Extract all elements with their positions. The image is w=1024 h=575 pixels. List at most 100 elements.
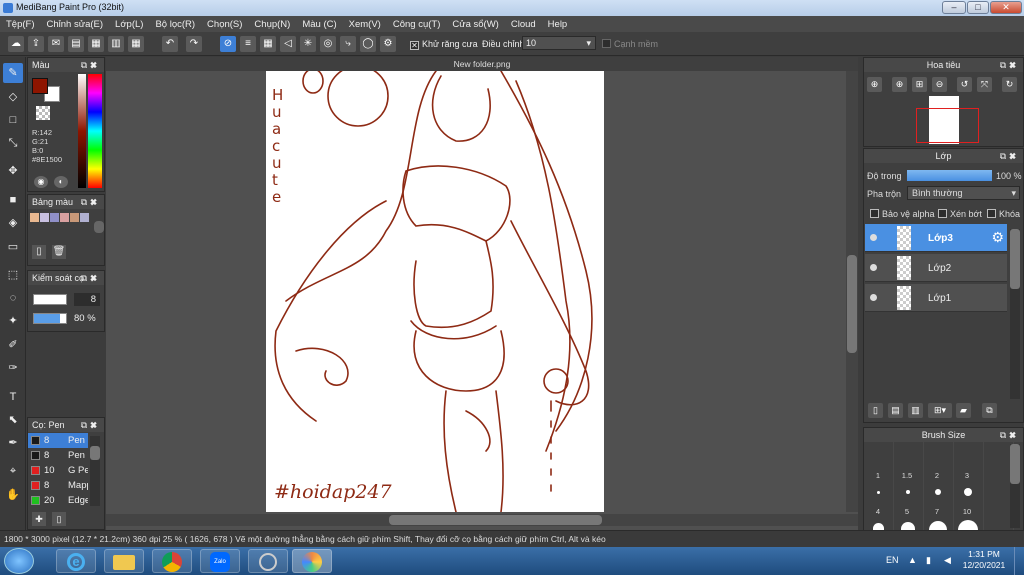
navigator-viewport[interactable]	[916, 108, 979, 143]
add-layer-menu-icon[interactable]: ⊞▾	[928, 403, 952, 418]
protect-alpha-option[interactable]: Bảo vệ alpha	[870, 209, 935, 219]
protect-alpha-checkbox[interactable]	[870, 209, 879, 218]
tray-arrow-icon[interactable]: ▲	[908, 555, 917, 565]
zoom-in-alt-icon[interactable]: ⊕	[892, 77, 907, 92]
canvas-vertical-scroll-thumb[interactable]	[847, 255, 857, 353]
brush-list-scroll-thumb[interactable]	[90, 446, 100, 460]
file-explorer-icon[interactable]	[104, 549, 144, 573]
snap-radial-icon[interactable]: ✳	[300, 36, 316, 52]
select-tool-icon[interactable]: ⬚	[3, 265, 23, 285]
grid-layout-icon[interactable]: ▦	[128, 36, 144, 52]
duplicate-layer-icon[interactable]: ⧉	[982, 403, 997, 418]
layer-list-scroll-thumb[interactable]	[1010, 229, 1020, 289]
brush-size-scroll-thumb[interactable]	[1010, 444, 1020, 484]
brush-row-edge-pen[interactable]: 20 Edge Pen	[28, 493, 88, 508]
brush-size-dot[interactable]	[877, 491, 880, 494]
panel-controls-icon[interactable]: ⧉✖	[1000, 58, 1019, 72]
clip-checkbox[interactable]	[938, 209, 947, 218]
panel-controls-icon[interactable]: ⧉✖	[81, 271, 100, 285]
rotate-right-icon[interactable]: ↻	[1002, 77, 1017, 92]
brush-row-pen-selected[interactable]: 8 Pen	[28, 433, 88, 448]
text-tool-icon[interactable]: T	[3, 387, 23, 407]
move-tool-icon[interactable]: ✥	[3, 161, 23, 181]
windows-start-icon[interactable]	[4, 548, 34, 574]
dot-tool-icon[interactable]: ⤡	[3, 133, 23, 153]
brush-list-scrollbar[interactable]	[90, 436, 100, 506]
comment-icon[interactable]: ✉	[48, 36, 64, 52]
reset-rotation-icon[interactable]: ⤧	[977, 77, 992, 92]
snap-circle-icon[interactable]: ◎	[320, 36, 336, 52]
panel-controls-icon[interactable]: ⧉✖	[1000, 428, 1019, 442]
panel-controls-icon[interactable]: ⧉✖	[81, 58, 100, 72]
palette-swatch[interactable]	[30, 213, 39, 222]
color-settings-icon[interactable]: ◐	[54, 176, 68, 188]
palette-swatch[interactable]	[50, 213, 59, 222]
close-button[interactable]: ✕	[990, 1, 1022, 14]
zoom-in-icon[interactable]: ⊕	[867, 77, 882, 92]
primary-color-swatch[interactable]	[32, 78, 48, 94]
snap-perspective-icon[interactable]: ◁	[280, 36, 296, 52]
menu-help[interactable]: Help	[542, 19, 574, 30]
minimize-button[interactable]: –	[942, 1, 966, 14]
layer-opacity-slider[interactable]	[907, 170, 992, 181]
medibang-taskbar-icon[interactable]	[292, 549, 332, 573]
eye-icon[interactable]	[870, 264, 877, 271]
palette-swatch[interactable]	[70, 213, 79, 222]
menu-select[interactable]: Chọn(S)	[201, 19, 248, 30]
bucket-tool-icon[interactable]: ◈	[3, 213, 23, 233]
lock-option[interactable]: Khóa	[987, 209, 1020, 219]
brush-tool-icon[interactable]: ✎	[3, 63, 23, 83]
eyedropper-tool-icon[interactable]: ⌖	[3, 461, 23, 481]
eraser-tool-icon[interactable]: ◇	[3, 87, 23, 107]
snap-curve-icon[interactable]: ⤷	[340, 36, 356, 52]
snap-parallel-icon[interactable]: ≡	[240, 36, 256, 52]
volume-icon[interactable]: ◀	[944, 555, 951, 566]
palette-swatch[interactable]	[40, 213, 49, 222]
network-icon[interactable]: ▮	[926, 555, 931, 566]
select-eraser-icon[interactable]: ✑	[3, 358, 23, 378]
chrome-icon[interactable]	[152, 549, 192, 573]
rect-tool-icon[interactable]: □	[3, 110, 23, 130]
brush-row-mapping-pen[interactable]: 8 Mapping Pen	[28, 478, 88, 493]
divide-tool-icon[interactable]: ✒	[3, 433, 23, 453]
internet-explorer-icon[interactable]: e	[56, 549, 96, 573]
new-halftone-layer-icon[interactable]: ▤	[888, 403, 903, 418]
panel-controls-icon[interactable]: ⧉✖	[81, 418, 100, 432]
brush-size-slider[interactable]	[33, 294, 67, 305]
antialias-checkbox[interactable]: ✕	[410, 41, 419, 50]
add-brush-icon[interactable]: ✚	[32, 512, 46, 526]
redo-icon[interactable]: ↷	[186, 36, 202, 52]
lock-checkbox[interactable]	[987, 209, 996, 218]
color-wheel-icon[interactable]: ◉	[34, 176, 48, 188]
gear-icon[interactable]: ⚙	[991, 229, 1004, 246]
menu-layer[interactable]: Lớp(L)	[109, 19, 149, 30]
menu-view[interactable]: Xem(V)	[343, 19, 387, 30]
palette-swatch[interactable]	[60, 213, 69, 222]
maximize-button[interactable]: □	[967, 1, 989, 14]
panel-controls-icon[interactable]: ⧉✖	[1000, 149, 1019, 163]
transparent-color-swatch[interactable]	[36, 106, 50, 120]
zalo-icon[interactable]: Zalo	[200, 549, 240, 573]
layer-list-scrollbar[interactable]	[1010, 229, 1020, 399]
zoom-out-icon[interactable]: ⊖	[932, 77, 947, 92]
menu-edit[interactable]: Chỉnh sửa(E)	[41, 19, 110, 30]
share-icon[interactable]: ⇪	[28, 36, 44, 52]
menu-snap[interactable]: Chụp(N)	[248, 19, 296, 30]
brush-size-dot[interactable]	[906, 490, 910, 494]
snap-off-icon[interactable]: ⊘	[220, 36, 236, 52]
eye-icon[interactable]	[870, 234, 877, 241]
cloud-icon[interactable]: ☁	[8, 36, 24, 52]
page-icon[interactable]: ▦	[88, 36, 104, 52]
rotate-left-icon[interactable]: ↺	[957, 77, 972, 92]
layer-folder-icon[interactable]: ▰	[956, 403, 971, 418]
document-tab[interactable]: New folder.png	[106, 57, 858, 71]
new-palette-icon[interactable]: ▯	[32, 245, 46, 259]
brightness-slider[interactable]	[78, 74, 86, 188]
snap-grid-icon[interactable]: ▦	[260, 36, 276, 52]
new-8bit-layer-icon[interactable]: ▥	[908, 403, 923, 418]
operation-tool-icon[interactable]: ⬉	[3, 410, 23, 430]
delete-palette-icon[interactable]: 🗑	[52, 245, 66, 259]
menu-filter[interactable]: Bộ lọc(R)	[149, 19, 201, 30]
palette-swatch[interactable]	[80, 213, 89, 222]
brush-size-scrollbar[interactable]	[1010, 444, 1020, 528]
